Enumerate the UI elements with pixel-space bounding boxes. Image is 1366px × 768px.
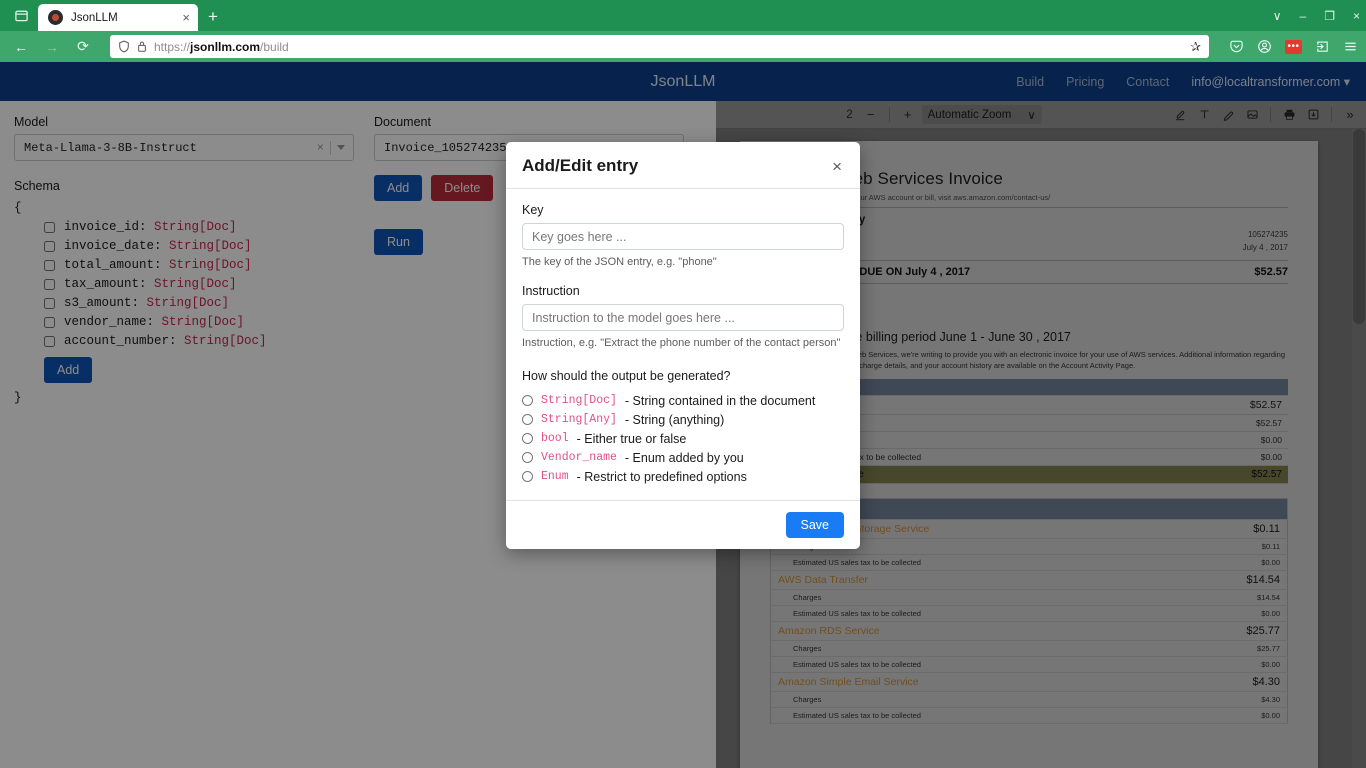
output-type-options: String[Doc] - String contained in the doc…: [522, 391, 844, 486]
chevron-down-icon[interactable]: ∨: [1273, 10, 1282, 22]
window-close-button[interactable]: ×: [1353, 10, 1360, 22]
address-bar[interactable]: https://jsonllm.com/build ✰: [110, 35, 1209, 58]
minimize-button[interactable]: –: [1300, 10, 1307, 22]
add-edit-entry-modal: Add/Edit entry × Key The key of the JSON…: [506, 142, 860, 549]
url-text: https://jsonllm.com/build: [154, 39, 289, 54]
pocket-icon[interactable]: [1229, 39, 1244, 54]
forward-button[interactable]: →: [39, 35, 65, 59]
key-help-text: The key of the JSON entry, e.g. "phone": [522, 256, 717, 268]
key-label: Key: [522, 203, 544, 217]
output-type-name: String[Doc]: [541, 394, 617, 407]
tab-title: JsonLLM: [71, 11, 118, 24]
account-icon[interactable]: [1257, 39, 1272, 54]
save-button[interactable]: Save: [785, 512, 844, 538]
output-type-name: bool: [541, 432, 569, 445]
output-type-desc: - String (anything): [624, 412, 725, 427]
back-button[interactable]: ←: [8, 35, 34, 59]
instruction-input[interactable]: [522, 304, 844, 331]
maximize-button[interactable]: ❐: [1324, 10, 1335, 22]
reload-button[interactable]: ⟳: [70, 35, 96, 59]
output-type-name: String[Any]: [541, 413, 617, 426]
modal-title: Add/Edit entry: [522, 156, 639, 175]
output-type-desc: - Either true or false: [576, 431, 687, 446]
output-type-name: Vendor_name: [541, 451, 617, 464]
output-type-option[interactable]: bool - Either true or false: [522, 429, 844, 448]
share-icon[interactable]: [1315, 39, 1330, 54]
instruction-label: Instruction: [522, 284, 580, 298]
page-content: JsonLLM Build Pricing Contact info@local…: [0, 62, 1366, 768]
modal-header: Add/Edit entry ×: [506, 142, 860, 189]
browser-tab[interactable]: JsonLLM ×: [38, 4, 198, 31]
key-input[interactable]: [522, 223, 844, 250]
close-icon[interactable]: ×: [830, 158, 844, 175]
close-icon[interactable]: ×: [182, 11, 190, 24]
window-controls: ∨ – ❐ ×: [1273, 0, 1360, 31]
output-type-option[interactable]: Enum - Restrict to predefined options: [522, 467, 844, 486]
shield-icon: [118, 40, 130, 53]
bookmark-star-icon[interactable]: ✰: [1190, 39, 1201, 55]
output-type-option[interactable]: String[Doc] - String contained in the doc…: [522, 391, 844, 410]
output-type-desc: - String contained in the document: [624, 393, 816, 408]
modal-body: Key The key of the JSON entry, e.g. "pho…: [506, 189, 860, 500]
output-type-radio[interactable]: [522, 471, 533, 482]
output-type-name: Enum: [541, 470, 569, 483]
output-type-radio[interactable]: [522, 395, 533, 406]
instruction-help-text: Instruction, e.g. "Extract the phone num…: [522, 337, 841, 349]
tab-favicon: [48, 10, 63, 25]
output-type-desc: - Enum added by you: [624, 450, 744, 465]
tab-list-icon[interactable]: [6, 0, 36, 31]
browser-navbar: ← → ⟳ https://jsonllm.com/build ✰ •••: [0, 31, 1366, 62]
output-type-option[interactable]: String[Any] - String (anything): [522, 410, 844, 429]
output-type-option[interactable]: Vendor_name - Enum added by you: [522, 448, 844, 467]
menu-icon[interactable]: [1343, 39, 1358, 54]
output-type-radio[interactable]: [522, 452, 533, 463]
output-type-radio[interactable]: [522, 414, 533, 425]
output-type-desc: - Restrict to predefined options: [576, 469, 747, 484]
browser-tabstrip: JsonLLM × + ∨ – ❐ ×: [0, 0, 1366, 31]
new-tab-button[interactable]: +: [208, 7, 218, 27]
output-type-radio[interactable]: [522, 433, 533, 444]
extension-icon[interactable]: •••: [1285, 39, 1302, 54]
modal-footer: Save: [506, 500, 860, 549]
browser-chrome: JsonLLM × + ∨ – ❐ × ← → ⟳ https://jsonll…: [0, 0, 1366, 62]
output-type-question: How should the output be generated?: [522, 369, 731, 383]
browser-toolbar-icons: •••: [1223, 39, 1358, 54]
lock-icon: [137, 40, 147, 53]
